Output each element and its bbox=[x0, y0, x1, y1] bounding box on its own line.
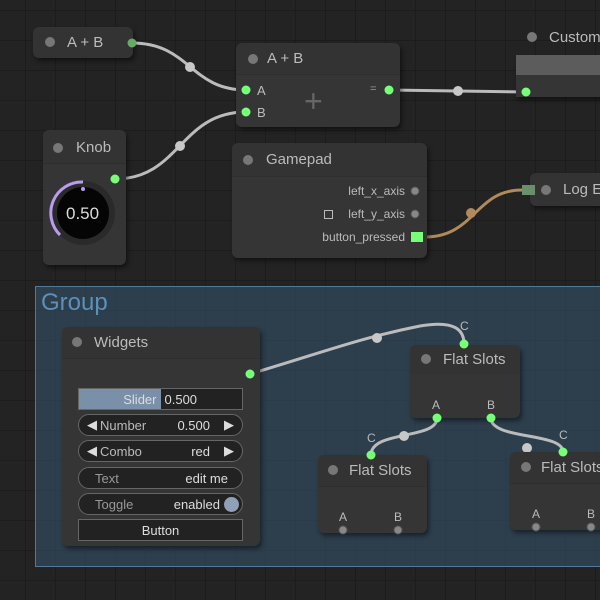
combo-label: Combo bbox=[100, 443, 142, 459]
output-slot[interactable] bbox=[410, 186, 420, 196]
node-title: Gamepad bbox=[266, 151, 332, 168]
group-title[interactable]: Group bbox=[41, 289, 108, 317]
combo-value: red bbox=[191, 443, 210, 459]
event-output-slot[interactable] bbox=[410, 231, 424, 243]
number-widget[interactable]: ◀ Number 0.500 ▶ bbox=[78, 414, 243, 436]
input-label-c: C bbox=[367, 431, 376, 445]
node-title-bar[interactable]: Flat Slots bbox=[410, 345, 520, 375]
collapse-dot-icon[interactable] bbox=[421, 354, 431, 364]
slider-widget[interactable]: Slider 0.500 bbox=[78, 388, 243, 410]
input-slot-c[interactable] bbox=[459, 339, 469, 349]
node-title: Log E bbox=[563, 181, 600, 198]
node-title-bar[interactable]: A + B bbox=[236, 43, 400, 75]
node-title-bar[interactable]: Flat Slots bbox=[510, 452, 600, 484]
node-sum-collapsed[interactable]: A + B bbox=[33, 27, 137, 58]
text-widget[interactable]: Text edit me bbox=[78, 467, 243, 489]
input-label-a: A bbox=[257, 83, 266, 98]
input-label-c: C bbox=[559, 428, 568, 442]
collapse-dot-icon[interactable] bbox=[248, 54, 258, 64]
decrement-arrow-icon[interactable]: ◀ bbox=[87, 417, 97, 433]
output-slot[interactable] bbox=[410, 209, 420, 219]
input-label-c: C bbox=[460, 319, 469, 333]
node-sum[interactable]: A + B A B + = bbox=[236, 43, 400, 127]
node-title: Custom bbox=[549, 29, 600, 46]
plus-symbol-icon: + bbox=[304, 83, 323, 119]
input-label-b: B bbox=[257, 105, 266, 120]
slider-fill: Slider bbox=[79, 389, 161, 409]
collapse-dot-icon[interactable] bbox=[521, 462, 531, 472]
checkbox-icon[interactable] bbox=[324, 210, 333, 219]
node-title-bar[interactable]: Flat Slots bbox=[318, 455, 427, 487]
toggle-knob-icon[interactable] bbox=[224, 496, 239, 512]
node-flat-slots[interactable]: Flat Slots A B bbox=[510, 452, 600, 530]
collapse-dot-icon[interactable] bbox=[541, 185, 551, 195]
toggle-label: Toggle bbox=[95, 496, 134, 512]
combo-widget[interactable]: ◀ Combo red ▶ bbox=[78, 440, 243, 462]
text-label: Text bbox=[95, 470, 119, 486]
input-slot-b[interactable] bbox=[241, 107, 251, 117]
node-widgets[interactable]: Widgets Slider 0.500 ◀ Number 0.500 ▶ ◀ … bbox=[62, 327, 260, 546]
output-label: left_y_axis bbox=[348, 207, 405, 221]
increment-arrow-icon[interactable]: ▶ bbox=[224, 417, 234, 433]
output-label-b: B bbox=[394, 510, 403, 524]
collapse-dot-icon[interactable] bbox=[328, 465, 338, 475]
output-label-a: A bbox=[432, 398, 441, 412]
event-input-slot[interactable] bbox=[522, 185, 535, 195]
output-label-a: A bbox=[339, 510, 348, 524]
output-slot-b[interactable] bbox=[393, 525, 403, 535]
input-slot-c[interactable] bbox=[558, 447, 568, 457]
toggle-widget[interactable]: Toggle enabled bbox=[78, 493, 243, 515]
node-title: A + B bbox=[67, 34, 104, 51]
output-slot-a[interactable] bbox=[432, 413, 442, 423]
node-custom[interactable] bbox=[516, 55, 600, 97]
output-slot-a[interactable] bbox=[531, 522, 541, 532]
node-title: Widgets bbox=[94, 334, 149, 351]
output-slot-b[interactable] bbox=[586, 522, 596, 532]
collapse-dot-icon[interactable] bbox=[527, 32, 537, 42]
node-gamepad[interactable]: Gamepad left_x_axis left_y_axis button_p… bbox=[232, 143, 427, 258]
node-title: A + B bbox=[267, 50, 304, 67]
node-title: Flat Slots bbox=[349, 462, 412, 479]
node-title: Flat Slots bbox=[443, 351, 506, 368]
number-value: 0.500 bbox=[177, 417, 210, 433]
node-title: Knob bbox=[76, 139, 112, 156]
prev-arrow-icon[interactable]: ◀ bbox=[87, 443, 97, 459]
output-label-a: A bbox=[532, 507, 541, 521]
collapse-dot-icon[interactable] bbox=[45, 37, 55, 47]
node-title-bar[interactable]: Widgets bbox=[62, 327, 260, 359]
slider-label: Slider bbox=[123, 391, 157, 407]
next-arrow-icon[interactable]: ▶ bbox=[224, 443, 234, 459]
output-slot[interactable] bbox=[245, 369, 255, 379]
node-flat-slots[interactable]: Flat Slots A B bbox=[318, 455, 427, 533]
slider-value: 0.500 bbox=[164, 391, 198, 407]
node-flat-slots[interactable]: Flat Slots A B bbox=[410, 345, 520, 418]
toggle-value: enabled bbox=[173, 496, 220, 512]
node-title-bar[interactable]: Knob bbox=[43, 130, 126, 164]
input-slot[interactable] bbox=[521, 87, 531, 97]
node-title-bar[interactable]: Gamepad bbox=[232, 143, 427, 177]
custom-widget-area[interactable] bbox=[516, 55, 600, 75]
output-slot-b[interactable] bbox=[486, 413, 496, 423]
collapse-dot-icon[interactable] bbox=[243, 155, 253, 165]
output-label-b: B bbox=[487, 398, 496, 412]
button-widget[interactable]: Button bbox=[78, 519, 243, 541]
button-label: Button bbox=[141, 522, 180, 538]
collapse-dot-icon[interactable] bbox=[53, 143, 63, 153]
node-knob[interactable]: Knob 0.50 bbox=[43, 130, 126, 265]
output-label-b: B bbox=[587, 507, 596, 521]
collapse-dot-icon[interactable] bbox=[72, 337, 82, 347]
node-title: Flat Slots bbox=[541, 459, 600, 476]
output-slot-a[interactable] bbox=[338, 525, 348, 535]
output-label: left_x_axis bbox=[348, 184, 405, 198]
input-slot-a[interactable] bbox=[241, 85, 251, 95]
number-label: Number bbox=[100, 417, 147, 433]
output-label: button_pressed bbox=[322, 230, 405, 244]
text-value: edit me bbox=[185, 470, 228, 486]
knob-value: 0.50 bbox=[66, 204, 100, 223]
input-slot-c[interactable] bbox=[366, 450, 376, 460]
output-label: = bbox=[370, 83, 377, 95]
output-slot[interactable] bbox=[384, 85, 394, 95]
output-slot[interactable] bbox=[127, 38, 137, 48]
node-log[interactable]: Log E bbox=[530, 173, 600, 206]
